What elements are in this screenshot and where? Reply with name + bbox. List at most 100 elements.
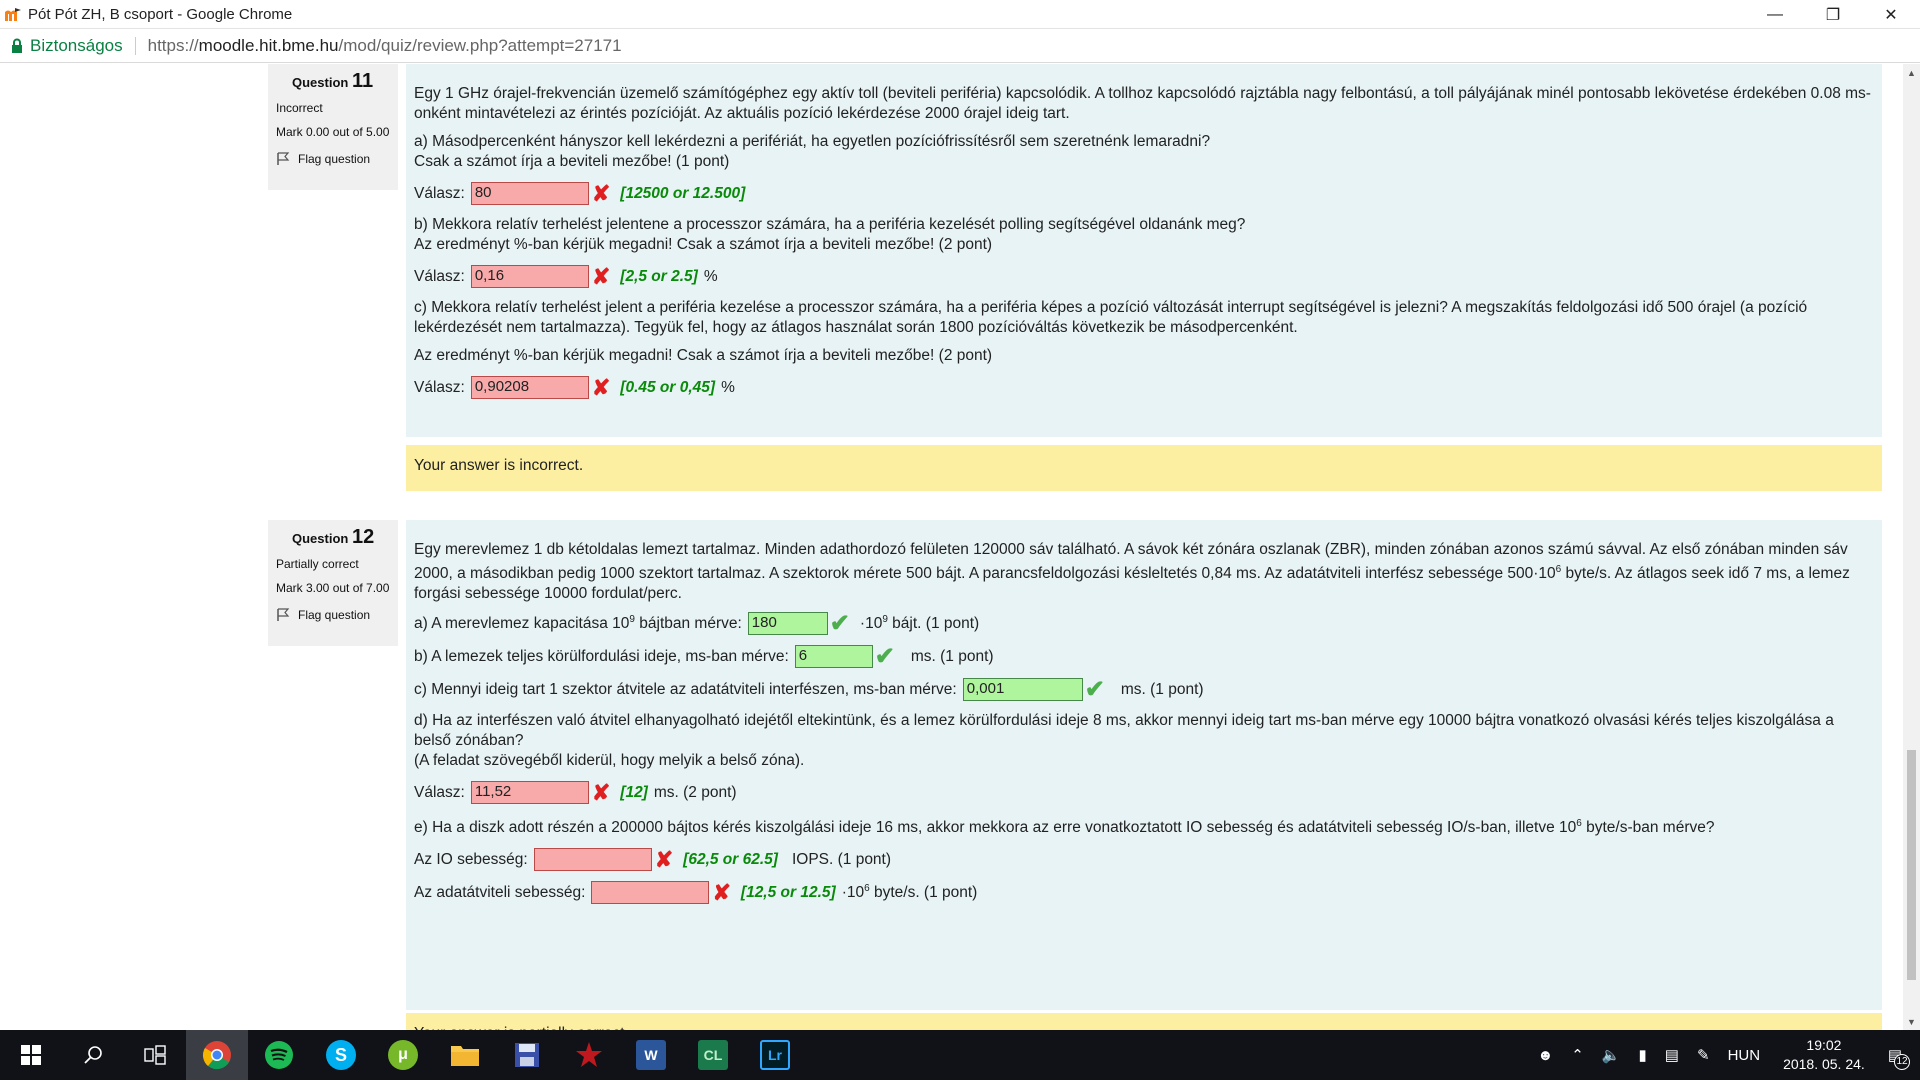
- question-number: Question 11: [292, 70, 374, 92]
- answer-input-io-speed[interactable]: [533, 848, 652, 872]
- save-icon[interactable]: [496, 1030, 558, 1080]
- utorrent-icon[interactable]: μ: [372, 1030, 434, 1080]
- flag-icon: [277, 608, 290, 621]
- skype-icon[interactable]: S: [310, 1030, 372, 1080]
- answer-input-transfer-speed[interactable]: [591, 881, 710, 905]
- pen-icon[interactable]: ✎: [1697, 1046, 1710, 1064]
- lightroom-icon[interactable]: Lr: [744, 1030, 806, 1080]
- notification-icon[interactable]: ▤ 12: [1888, 1046, 1910, 1070]
- question-content-11: Egy 1 GHz órajel-frekvencián üzemelő szá…: [406, 64, 1882, 437]
- unit-label: %: [703, 267, 718, 285]
- part-b-text: b) Mekkora relatív terhelést jelentene a…: [414, 216, 1246, 233]
- clock-date: 2018. 05. 24.: [1783, 1056, 1865, 1072]
- correct-answer: [12500 or 12.500]: [620, 184, 746, 202]
- correct-check-icon: ✔: [829, 609, 850, 637]
- file-explorer-icon[interactable]: [434, 1030, 496, 1080]
- incorrect-icon: ✘: [712, 879, 731, 905]
- part-e-text: e) Ha a diszk adott részén a 200000 bájt…: [414, 818, 1715, 837]
- page-scrollbar[interactable]: ▲ ▼: [1903, 64, 1920, 1030]
- answer-input-a[interactable]: 80: [470, 182, 589, 205]
- correct-answer: [12]: [620, 783, 648, 801]
- moodle-icon: [5, 8, 21, 21]
- word-icon[interactable]: W: [620, 1030, 682, 1080]
- search-icon[interactable]: [62, 1030, 124, 1080]
- question-text: Egy 1 GHz órajel-frekvencián üzemelő szá…: [414, 85, 1871, 122]
- system-tray: ☻ ⌃ 🔈 ▮ ▤ ✎ HUN 19:02 2018. 05. 24. ▤ 12: [1528, 1030, 1920, 1080]
- close-icon[interactable]: ✕: [1862, 0, 1920, 29]
- question-number: Question 12: [292, 526, 375, 548]
- answer-input-b[interactable]: 6: [794, 645, 873, 669]
- question-content-12: Egy merevlemez 1 db kétoldalas lemezt ta…: [406, 520, 1882, 1010]
- question-grade: Mark 3.00 out of 7.00: [276, 581, 390, 595]
- answer-input-a[interactable]: 180: [747, 612, 828, 636]
- people-icon[interactable]: ☻: [1537, 1047, 1553, 1064]
- answer-label: Válasz:: [414, 783, 465, 801]
- question-grade: Mark 0.00 out of 5.00: [276, 125, 390, 139]
- correct-answer: [0.45 or 0,45]: [620, 378, 716, 396]
- secure-label[interactable]: Biztonságos: [30, 36, 123, 56]
- unit-label: ms. (1 pont): [1120, 680, 1204, 698]
- part-a-text: a) A merevlemez kapacitása 109 bájtban m…: [414, 614, 742, 633]
- transfer-speed-label: Az adatátviteli sebesség:: [414, 883, 586, 901]
- part-b-text: b) A lemezek teljes körülfordulási ideje…: [414, 647, 789, 665]
- network-icon[interactable]: ▤: [1665, 1046, 1679, 1064]
- spotify-icon[interactable]: [248, 1030, 310, 1080]
- incorrect-icon: ✘: [591, 263, 611, 289]
- address-bar[interactable]: Biztonságos https://moodle.hit.bme.hu/mo…: [0, 30, 1920, 63]
- clock[interactable]: 19:02 2018. 05. 24.: [1783, 1036, 1865, 1074]
- page-content: Question 11 Incorrect Mark 0.00 out of 5…: [0, 64, 1903, 1030]
- part-b-instruction: Az eredményt %-ban kérjük megadni! Csak …: [414, 236, 993, 253]
- unit-label: IOPS. (1 pont): [791, 850, 892, 868]
- feedback-12: Your answer is partially correct.: [406, 1013, 1882, 1030]
- notification-count: 12: [1894, 1054, 1910, 1070]
- clock-time: 19:02: [1806, 1037, 1842, 1053]
- question-state: Incorrect: [276, 101, 323, 115]
- answer-input-d[interactable]: 11,52: [470, 781, 589, 805]
- unit-label: ·106 byte/s. (1 pont): [841, 883, 978, 902]
- address-divider: [134, 37, 136, 55]
- scrollbar-thumb[interactable]: [1907, 750, 1916, 980]
- flag-icon: [277, 152, 290, 165]
- language-indicator[interactable]: HUN: [1728, 1047, 1761, 1064]
- unit-label: %: [721, 378, 735, 396]
- question-info-12: Question 12 Partially correct Mark 3.00 …: [268, 520, 398, 646]
- cl-icon[interactable]: CL: [682, 1030, 744, 1080]
- window-titlebar: Pót Pót ZH, B csoport - Google Chrome — …: [0, 0, 1920, 29]
- question-text: Egy merevlemez 1 db kétoldalas lemezt ta…: [414, 541, 1850, 603]
- flag-question-button[interactable]: Flag question: [276, 152, 390, 166]
- part-c-instruction: Az eredményt %-ban kérjük megadni! Csak …: [414, 347, 993, 364]
- scroll-down-icon[interactable]: ▼: [1903, 1013, 1920, 1030]
- answer-label: Válasz:: [414, 184, 465, 202]
- scroll-up-icon[interactable]: ▲: [1903, 64, 1920, 81]
- incorrect-icon: ✘: [591, 374, 611, 400]
- window-title: Pót Pót ZH, B csoport - Google Chrome: [28, 5, 293, 23]
- correct-answer: [12,5 or 12.5]: [740, 883, 836, 901]
- unit-label: ·109 bájt. (1 pont): [859, 614, 980, 633]
- task-view-icon[interactable]: [124, 1030, 186, 1080]
- unit-label: ms. (1 pont): [910, 647, 994, 665]
- flag-question-button[interactable]: Flag question: [276, 608, 390, 622]
- correct-check-icon: ✔: [1084, 675, 1105, 703]
- volume-icon[interactable]: 🔈: [1602, 1046, 1621, 1064]
- answer-input-b[interactable]: 0,16: [470, 265, 589, 288]
- incorrect-icon: ✘: [654, 846, 674, 872]
- url-text[interactable]: https://moodle.hit.bme.hu/mod/quiz/revie…: [148, 36, 622, 56]
- start-icon[interactable]: [0, 1030, 62, 1080]
- answer-input-c[interactable]: 0,90208: [470, 376, 589, 399]
- incorrect-icon: ✘: [591, 180, 611, 206]
- correct-answer: [2,5 or 2.5]: [620, 267, 698, 285]
- chevron-up-icon[interactable]: ⌃: [1571, 1046, 1584, 1064]
- answer-label: Válasz:: [414, 267, 465, 285]
- restore-icon[interactable]: ❐: [1804, 0, 1862, 29]
- part-d-note: (A feladat szövegéből kiderül, hogy mely…: [414, 752, 805, 770]
- part-d-text: d) Ha az interfészen való átvitel elhany…: [414, 712, 1834, 750]
- chrome-icon[interactable]: [186, 1030, 248, 1080]
- answer-input-c[interactable]: 0,001: [962, 678, 1083, 702]
- part-a-instruction: Csak a számot írja a beviteli mezőbe! (1…: [414, 153, 730, 170]
- minimize-icon[interactable]: —: [1746, 0, 1804, 29]
- app-icon[interactable]: [558, 1030, 620, 1080]
- feedback-11: Your answer is incorrect.: [406, 445, 1882, 491]
- correct-answer: [62,5 or 62.5]: [683, 850, 778, 868]
- question-info-11: Question 11 Incorrect Mark 0.00 out of 5…: [268, 64, 398, 190]
- battery-icon[interactable]: ▮: [1639, 1046, 1647, 1064]
